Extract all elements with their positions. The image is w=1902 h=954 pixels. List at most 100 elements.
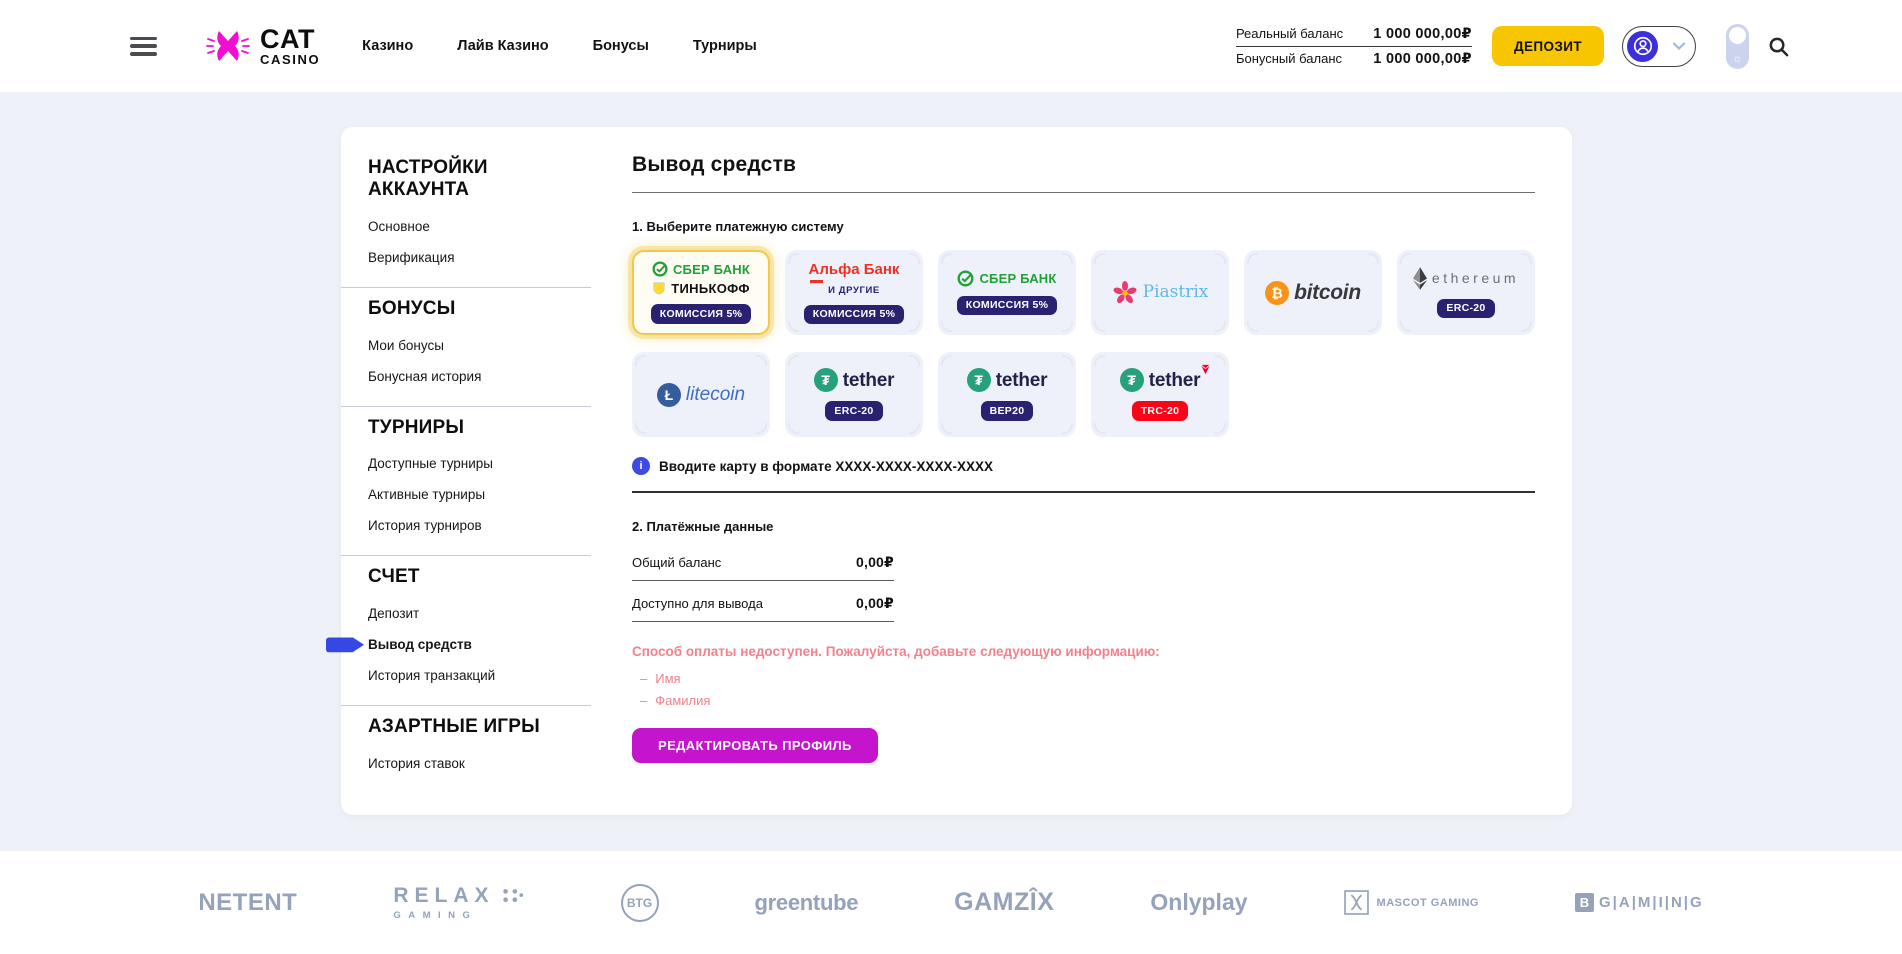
nav-item-bonuses[interactable]: Бонусы: [593, 38, 649, 54]
provider-logo-onlyplay: Onlyplay: [1150, 889, 1247, 916]
sberbank-icon: [957, 270, 974, 287]
edit-profile-button[interactable]: РЕДАКТИРОВАТЬ ПРОФИЛЬ: [632, 728, 878, 763]
info-icon: i: [632, 457, 650, 475]
network-badge: TRC-20: [1132, 401, 1189, 421]
payment-card-bitcoin[interactable]: ₿ bitcoin: [1244, 250, 1382, 335]
toggle-knob: [1729, 27, 1746, 44]
available-balance-value: 0,00₽: [856, 595, 894, 612]
section-title-tournaments: ТУРНИРЫ: [368, 417, 568, 439]
nav-item-tournaments[interactable]: Турниры: [693, 38, 757, 54]
ethereum-label: ethereum: [1432, 271, 1519, 285]
active-item-arrow: [326, 637, 364, 652]
deposit-button[interactable]: ДЕПОЗИТ: [1492, 26, 1604, 66]
bonus-balance-label: Бонусный баланс: [1236, 51, 1342, 66]
sidebar-item-withdrawal-label: Вывод средств: [368, 637, 472, 652]
sidebar-item-bet-history[interactable]: История ставок: [368, 748, 601, 779]
cat-casino-logo[interactable]: CAT CASINO: [205, 23, 320, 69]
payment-card-ethereum[interactable]: ethereum ERC-20: [1397, 250, 1535, 335]
tinkoff-icon: [652, 281, 666, 295]
mascot-icon: [1344, 890, 1369, 915]
total-balance-row: Общий баланс 0,00₽: [632, 540, 894, 581]
sun-icon: ☼: [1726, 54, 1749, 65]
bonus-balance-row: Бонусный баланс 1 000 000,00₽: [1236, 46, 1472, 71]
payment-methods-grid: СБЕР БАНК ТИНЬКОФФ КОМИССИЯ 5% Альфа Бан…: [632, 250, 1535, 437]
account-panel: НАСТРОЙКИ АККАУНТА Основное Верификация …: [341, 127, 1572, 815]
top-header: CAT CASINO Казино Лайв Казино Бонусы Тур…: [0, 0, 1902, 92]
provider-logo-btg: BTG: [621, 884, 659, 922]
payment-card-tether-erc20[interactable]: ₮ tether ERC-20: [785, 352, 923, 437]
tether-label: tether: [996, 371, 1048, 390]
real-balance-value: 1 000 000,00₽: [1373, 26, 1472, 42]
commission-badge: КОМИССИЯ 5%: [651, 304, 752, 324]
warning-message: Способ оплаты недоступен. Пожалуйста, до…: [632, 644, 1535, 659]
cat-logo-icon: [205, 23, 251, 69]
sidebar-item-tournament-history[interactable]: История турниров: [368, 510, 601, 541]
tinkoff-label: ТИНЬКОФФ: [671, 282, 749, 295]
title-divider: [632, 192, 1535, 193]
sidebar-item-transaction-history[interactable]: История транзакций: [368, 660, 601, 691]
list-dash: –: [640, 671, 647, 686]
avatar: [1627, 31, 1658, 62]
sidebar-item-active-tournaments[interactable]: Активные турниры: [368, 479, 601, 510]
alfa-underline-mark: [810, 280, 823, 283]
bgaming-b-icon: B: [1575, 893, 1594, 912]
piastrix-flower-icon: [1112, 280, 1138, 306]
nav-item-live-casino[interactable]: Лайв Казино: [457, 38, 548, 54]
payment-card-alfabank[interactable]: Альфа Банк И ДРУГИЕ КОМИССИЯ 5%: [785, 250, 923, 335]
theme-toggle[interactable]: ☼: [1726, 24, 1749, 69]
bitcoin-label: bitcoin: [1294, 282, 1361, 303]
sidebar-item-main[interactable]: Основное: [368, 211, 601, 242]
real-balance-label: Реальный баланс: [1236, 26, 1343, 41]
sidebar-item-verification[interactable]: Верификация: [368, 242, 601, 273]
nav-item-casino[interactable]: Казино: [362, 38, 413, 54]
sidebar-divider: [341, 705, 591, 706]
logo-text: CAT CASINO: [260, 26, 320, 66]
piastrix-label: Piastrix: [1143, 284, 1209, 301]
provider-logo-relax-gaming: RELAX GAMING: [393, 884, 524, 921]
section-title-account: СЧЕТ: [368, 566, 568, 588]
payment-card-tether-bep20[interactable]: ₮ tether BEP20: [938, 352, 1076, 437]
bitcoin-icon: ₿: [1265, 281, 1289, 305]
payment-card-sberbank[interactable]: СБЕР БАНК КОМИССИЯ 5%: [938, 250, 1076, 335]
provider-logo-bgaming: B G|A|M|I|N|G: [1575, 893, 1704, 912]
commission-badge: КОМИССИЯ 5%: [804, 305, 905, 325]
total-balance-value: 0,00₽: [856, 554, 894, 571]
litecoin-icon: Ł: [657, 383, 681, 407]
tether-icon: ₮: [1120, 368, 1144, 392]
sidebar-divider: [341, 406, 591, 407]
payment-card-piastrix[interactable]: Piastrix: [1091, 250, 1229, 335]
relax-dots-icon: [501, 887, 525, 905]
withdrawal-balances: Общий баланс 0,00₽ Доступно для вывода 0…: [632, 540, 894, 622]
profile-menu[interactable]: [1622, 26, 1696, 67]
chevron-down-icon: [1673, 42, 1685, 50]
provider-logo-mascot-gaming: MASCOT GAMING: [1344, 890, 1479, 915]
tether-label: tether: [843, 371, 895, 390]
search-button[interactable]: [1767, 35, 1790, 58]
sberbank-label: СБЕР БАНК: [673, 263, 750, 276]
available-balance-label: Доступно для вывода: [632, 596, 763, 611]
sidebar-divider: [341, 287, 591, 288]
sidebar-item-deposit[interactable]: Депозит: [368, 598, 601, 629]
hamburger-menu-icon[interactable]: [130, 37, 157, 56]
payment-card-litecoin[interactable]: Ł litecoin: [632, 352, 770, 437]
sidebar-item-bonus-history[interactable]: Бонусная история: [368, 361, 601, 392]
step1-label: 1. Выберите платежную систему: [632, 219, 1535, 234]
alfabank-sub-label: И ДРУГИЕ: [828, 285, 880, 296]
network-badge: BEP20: [981, 401, 1034, 421]
alfabank-label: Альфа Банк: [809, 261, 900, 278]
litecoin-label: litecoin: [686, 385, 745, 404]
provider-logo-netent: NETENT: [198, 889, 297, 917]
sidebar-item-withdrawal[interactable]: Вывод средств: [368, 629, 601, 660]
list-dash: –: [640, 693, 647, 708]
sidebar-item-available-tournaments[interactable]: Доступные турниры: [368, 448, 601, 479]
payment-card-tether-trc20[interactable]: ₮ tether TRC-20: [1091, 352, 1229, 437]
real-balance-row: Реальный баланс 1 000 000,00₽: [1236, 22, 1472, 46]
provider-logo-greentube: greentube: [755, 890, 859, 916]
user-icon: [1632, 35, 1654, 57]
sberbank-label: СБЕР БАНК: [979, 272, 1056, 285]
missing-fields-list: – Имя – Фамилия: [632, 671, 1535, 708]
sidebar-item-my-bonuses[interactable]: Мои бонусы: [368, 330, 601, 361]
total-balance-label: Общий баланс: [632, 555, 721, 570]
payment-card-sber-tinkoff[interactable]: СБЕР БАНК ТИНЬКОФФ КОМИССИЯ 5%: [632, 250, 770, 335]
section-title-bonuses: БОНУСЫ: [368, 298, 568, 320]
